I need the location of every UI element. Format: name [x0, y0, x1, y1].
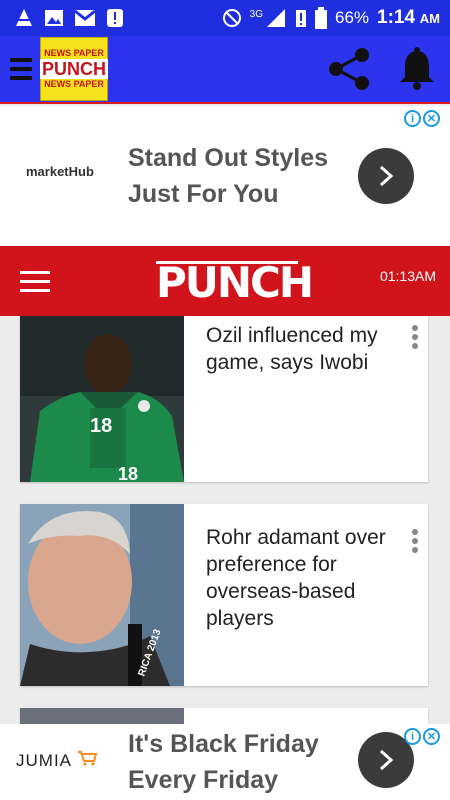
adchoices-badge[interactable]: i ✕ [404, 110, 442, 128]
overflow-menu-icon[interactable] [410, 322, 420, 352]
ad-close-icon[interactable]: ✕ [423, 110, 440, 127]
article-thumbnail[interactable]: RICA 2013 [20, 504, 184, 686]
battery-icon [314, 7, 327, 29]
cart-icon [77, 751, 98, 766]
header-time: 01:13AM [379, 268, 436, 284]
share-icon[interactable] [326, 46, 372, 92]
punch-menu-icon[interactable] [20, 265, 50, 298]
article-card[interactable]: RICA 2013 Rohr adamant over preference f… [20, 504, 428, 686]
article-headline[interactable]: Rohr adamant over preference for oversea… [206, 524, 396, 632]
ad-info-icon[interactable]: i [404, 110, 421, 127]
article-thumbnail[interactable]: 18 18 [20, 316, 184, 482]
battery-percent: 66% [334, 8, 370, 27]
status-bar: 3G 66% 1:14 AM [0, 0, 450, 36]
ad-cta-button[interactable] [358, 148, 414, 204]
overflow-menu-icon[interactable] [410, 526, 420, 556]
logo-main-text: PUNCH [40, 59, 109, 79]
bell-icon[interactable] [398, 47, 436, 91]
logo-top-text: NEWS PAPER [44, 48, 104, 58]
signal-icon [266, 9, 285, 27]
gmail-icon [74, 9, 96, 26]
ad-tagline[interactable]: It's Black Friday Every Friday [128, 726, 348, 798]
vlc-cone-icon [16, 9, 32, 26]
notification-alert-icon [107, 9, 123, 27]
do-not-disturb-icon [222, 9, 241, 27]
image-icon [45, 10, 63, 26]
punch-brand[interactable]: PUNCH [156, 258, 314, 307]
ad-banner-bottom[interactable]: JUMIA It's Black Friday Every Friday i ✕ [0, 724, 450, 800]
jersey-number-2: 18 [118, 464, 138, 482]
battery-warning-icon [295, 10, 306, 27]
chevron-right-icon [379, 749, 394, 771]
adchoices-badge[interactable]: i ✕ [404, 728, 442, 746]
ad-close-icon[interactable]: ✕ [423, 728, 440, 745]
ad-tagline[interactable]: Stand Out Styles Just For You [128, 140, 348, 212]
article-card[interactable]: 18 18 Ozil influenced my game, says Iwob… [20, 316, 428, 482]
jersey-number: 18 [90, 415, 112, 437]
ad-brand-logo: marketHub [26, 158, 94, 179]
article-headline[interactable]: Ozil influenced my game, says Iwobi [206, 322, 396, 376]
hamburger-menu-icon[interactable] [10, 53, 32, 85]
clock: 1:14 AM [377, 7, 440, 28]
chevron-right-icon [379, 165, 394, 187]
app-logo: NEWS PAPER PUNCH NEWS PAPER [40, 37, 109, 101]
logo-bottom-text: NEWS PAPER [44, 79, 104, 89]
ad-brand-logo: JUMIA [16, 750, 98, 771]
ad-info-icon[interactable]: i [404, 728, 421, 745]
app-bar: NEWS PAPER PUNCH NEWS PAPER [0, 36, 450, 104]
network-type-label: 3G [249, 9, 263, 20]
